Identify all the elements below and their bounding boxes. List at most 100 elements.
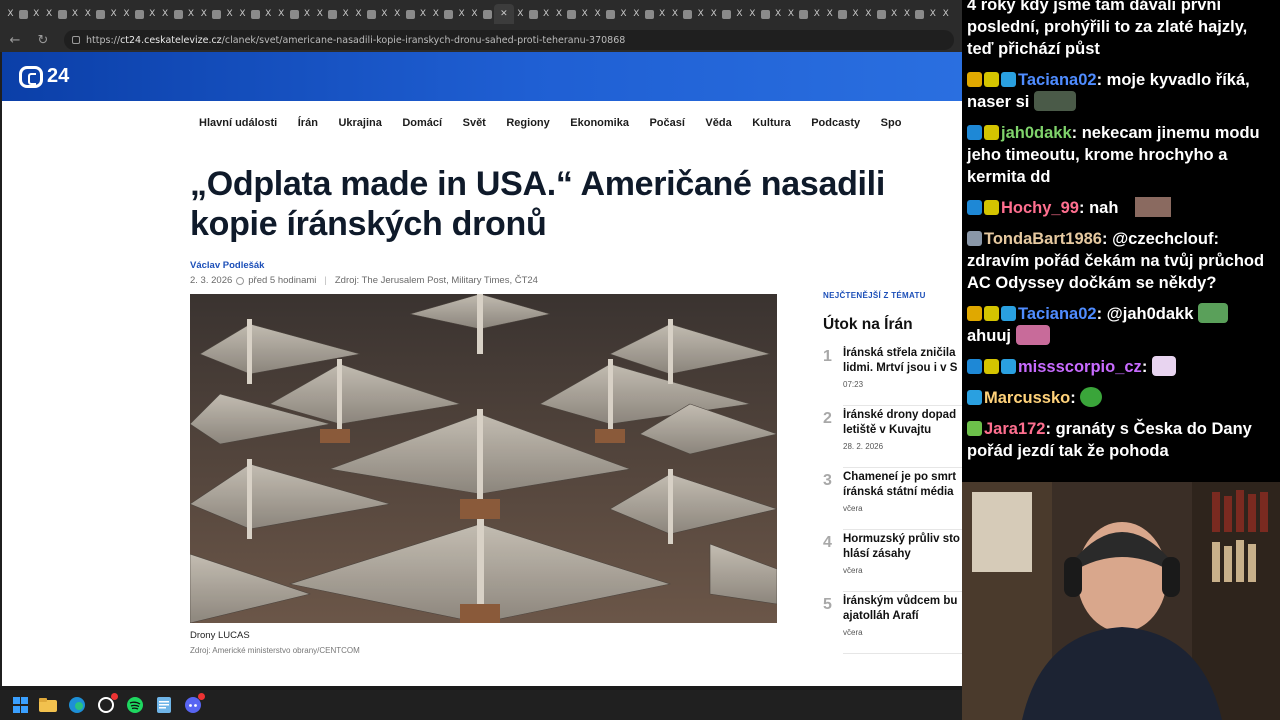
browser-tab[interactable] (249, 4, 262, 24)
nav-item[interactable]: Hlavní události (199, 117, 277, 129)
browser-tab[interactable]: X (849, 4, 862, 24)
most-read-item[interactable]: 5 Íránským vůdcem bu ajatolláh Arafí včera (823, 594, 962, 654)
chatgpt-icon[interactable] (97, 693, 118, 714)
browser-tab[interactable]: X (223, 4, 236, 24)
chat-username[interactable]: Marcussko (984, 389, 1070, 407)
browser-tab[interactable]: X (184, 4, 197, 24)
edge-icon[interactable] (68, 696, 86, 714)
browser-tab[interactable]: X (785, 4, 798, 24)
browser-tab[interactable] (365, 4, 378, 24)
browser-tab[interactable] (56, 4, 69, 24)
browser-tab[interactable]: X (159, 4, 172, 24)
article-photo-drones[interactable] (190, 294, 777, 623)
browser-tab[interactable]: X (578, 4, 591, 24)
most-read-item[interactable]: 1 Íránská střela zničila lidmi. Mrtví jsou… (823, 346, 962, 406)
most-read-title[interactable]: Útok na Írán (823, 316, 913, 334)
browser-tab[interactable]: X (862, 4, 875, 24)
nav-item[interactable]: Věda (705, 117, 731, 129)
browser-tab[interactable]: X (30, 4, 43, 24)
nav-item[interactable]: Domácí (402, 117, 442, 129)
browser-tab[interactable]: X (352, 4, 365, 24)
browser-tab[interactable]: X (733, 4, 746, 24)
browser-tab[interactable] (720, 4, 733, 24)
browser-tab[interactable]: X (823, 4, 836, 24)
most-read-item[interactable]: 3 Chameneí je po smrt íránská státní média… (823, 470, 962, 530)
browser-tab[interactable]: X (378, 4, 391, 24)
browser-tab[interactable] (442, 4, 455, 24)
notepad-icon[interactable] (155, 696, 173, 714)
browser-tab[interactable]: X (455, 4, 468, 24)
nav-item[interactable]: Počasí (649, 117, 684, 129)
reload-button[interactable]: ↻ (36, 33, 50, 48)
chat-username[interactable]: Taciana02 (1018, 305, 1097, 323)
nav-item[interactable]: Regiony (506, 117, 549, 129)
file-explorer-icon[interactable] (39, 696, 57, 714)
discord-icon[interactable] (184, 693, 205, 714)
browser-tab[interactable]: X (810, 4, 823, 24)
nav-item[interactable]: Ekonomika (570, 117, 629, 129)
most-read-item[interactable]: 2 Íránské drony dopad letiště v Kuvajtu 28.… (823, 408, 962, 468)
browser-tab[interactable]: X (514, 4, 527, 24)
browser-tab[interactable]: X (300, 4, 313, 24)
browser-tab[interactable]: X (262, 4, 275, 24)
nav-item[interactable]: Írán (298, 117, 318, 129)
browser-tab[interactable]: X (339, 4, 352, 24)
browser-tab[interactable] (836, 4, 849, 24)
chat-username[interactable]: Taciana02 (1018, 71, 1097, 89)
browser-tab[interactable]: X (656, 4, 669, 24)
browser-tab[interactable]: X (68, 4, 81, 24)
browser-tab[interactable] (210, 4, 223, 24)
browser-tab[interactable]: X (275, 4, 288, 24)
chat-username[interactable]: Jara172 (984, 420, 1045, 438)
browser-tab[interactable]: ✕ (493, 4, 514, 24)
nav-item[interactable]: Ukrajina (338, 117, 381, 129)
browser-tab[interactable]: X (901, 4, 914, 24)
browser-tab[interactable]: X (313, 4, 326, 24)
browser-tab[interactable]: X (81, 4, 94, 24)
chat-username[interactable]: TondaBart1986 (984, 230, 1102, 248)
browser-tab[interactable]: X (591, 4, 604, 24)
browser-tab[interactable]: X (669, 4, 682, 24)
browser-tab[interactable]: X (417, 4, 430, 24)
browser-tab[interactable] (326, 4, 339, 24)
browser-tab[interactable] (288, 4, 301, 24)
browser-tab[interactable]: X (197, 4, 210, 24)
browser-tab[interactable]: X (429, 4, 442, 24)
browser-tab[interactable] (404, 4, 417, 24)
browser-tab[interactable]: X (746, 4, 759, 24)
article-author[interactable]: Václav Podlešák (190, 260, 264, 271)
browser-tab[interactable] (913, 4, 926, 24)
browser-tab[interactable] (681, 4, 694, 24)
browser-tab[interactable] (797, 4, 810, 24)
browser-tab[interactable] (17, 4, 30, 24)
browser-tab[interactable] (133, 4, 146, 24)
browser-tab[interactable] (604, 4, 617, 24)
most-read-item[interactable]: 4 Hormuzský průliv sto hlásí zásahy včera (823, 532, 962, 592)
browser-tab[interactable]: X (43, 4, 56, 24)
browser-tab[interactable]: X (694, 4, 707, 24)
chat-username[interactable]: Hochy_99 (1001, 199, 1079, 217)
browser-tab[interactable] (527, 4, 540, 24)
spotify-icon[interactable] (126, 696, 144, 714)
nav-item[interactable]: Spo (881, 117, 902, 129)
browser-tab[interactable] (643, 4, 656, 24)
browser-tab[interactable]: X (772, 4, 785, 24)
browser-tab[interactable] (172, 4, 185, 24)
browser-tab[interactable]: X (630, 4, 643, 24)
url-field[interactable]: https://ct24.ceskatelevize.cz/clanek/sve… (64, 30, 954, 50)
browser-tab[interactable]: X (107, 4, 120, 24)
browser-tab[interactable]: X (540, 4, 553, 24)
nav-item[interactable]: Podcasty (811, 117, 860, 129)
browser-tab[interactable]: X (926, 4, 939, 24)
site-info-icon[interactable] (72, 36, 80, 44)
browser-tab[interactable] (875, 4, 888, 24)
chat-username[interactable]: missscorpio_cz (1018, 358, 1142, 376)
back-button[interactable]: ← (8, 33, 22, 48)
browser-tab[interactable]: X (4, 4, 17, 24)
ct24-logo[interactable]: 24 (19, 65, 69, 88)
browser-tab[interactable]: X (939, 4, 952, 24)
browser-tab[interactable]: X (146, 4, 159, 24)
windows-icon[interactable] (12, 697, 28, 713)
chat-username[interactable]: jah0dakk (1001, 124, 1072, 142)
browser-tab[interactable]: X (391, 4, 404, 24)
